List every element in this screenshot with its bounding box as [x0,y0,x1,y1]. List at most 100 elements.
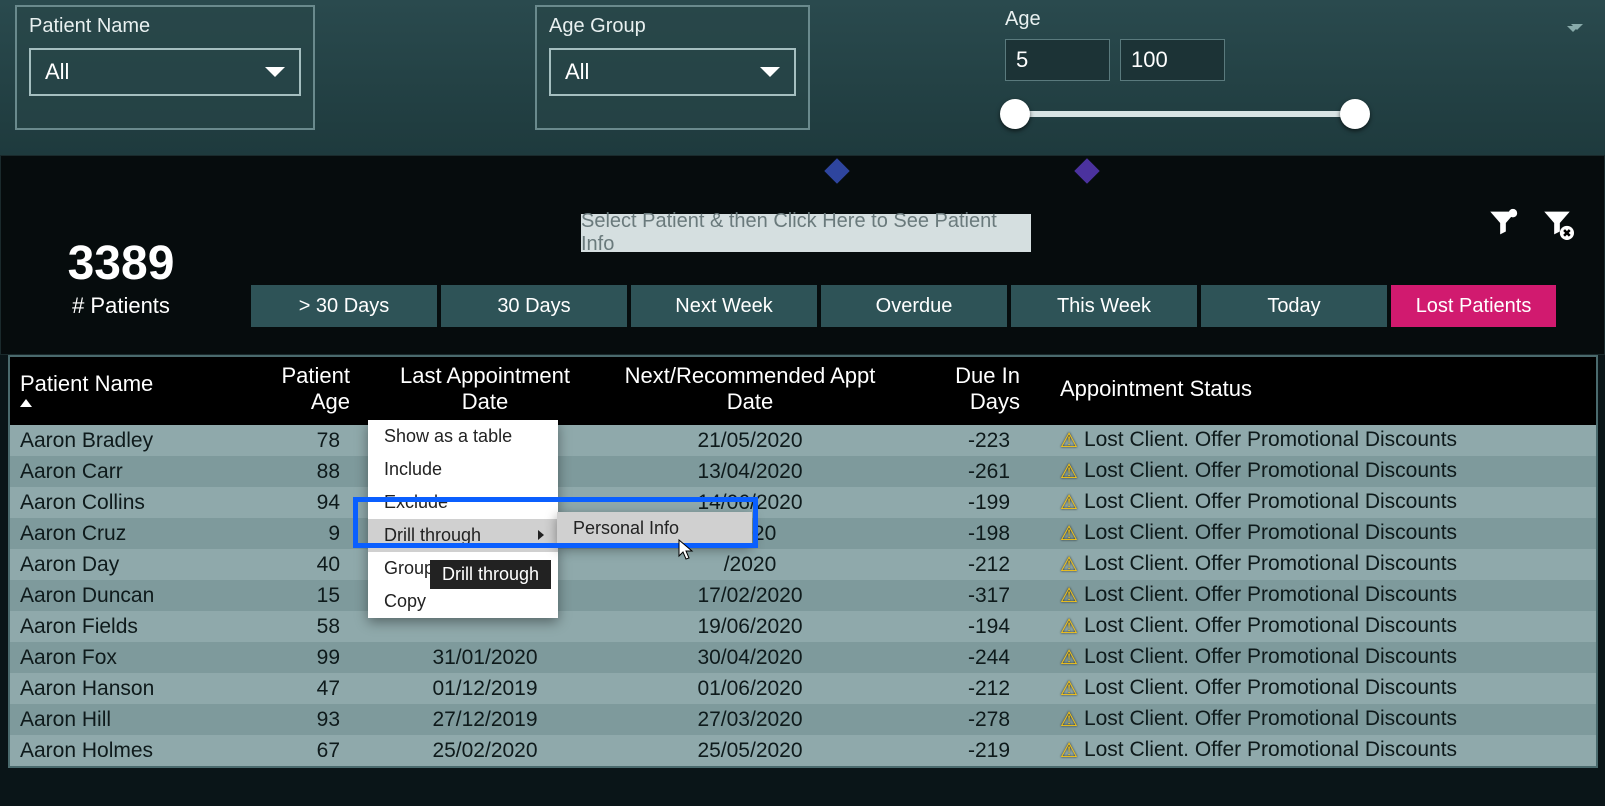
chevron-right-icon [538,530,544,540]
chevron-down-icon [1571,24,1583,30]
patient-name-dropdown[interactable]: All [29,48,301,96]
cell-due: -199 [900,487,1050,518]
cell-next: 27/03/2020 [600,704,900,735]
cell-status: ⚠Lost Client. Offer Promotional Discount… [1050,642,1596,673]
cell-next: 19/06/2020 [600,611,900,642]
col-patient-name[interactable]: Patient Name [10,357,250,425]
cell-next: 13/04/2020 [600,456,900,487]
age-label: Age [1005,8,1365,31]
col-last-appt[interactable]: Last Appointment Date [370,357,600,425]
filter-clear-icon[interactable] [1540,206,1574,245]
cell-due: -194 [900,611,1050,642]
age-group-label: Age Group [549,15,796,38]
table-row[interactable]: Aaron Hill9327/12/201927/03/2020-278⚠Los… [10,704,1596,735]
table-row[interactable]: Aaron Bradley7821/02/202021/05/2020-223⚠… [10,425,1596,456]
patient-name-value: All [45,59,69,85]
table-row[interactable]: Aaron Cruz9/2020-198⚠Lost Client. Offer … [10,518,1596,549]
cell-age: 93 [250,704,370,735]
drill-through-submenu: Personal Info [557,512,752,545]
tab-this-week[interactable]: This Week [1011,285,1197,327]
table-row[interactable]: Aaron Holmes6725/02/202025/05/2020-219⚠L… [10,735,1596,766]
patients-table: Patient Name Patient Age Last Appointmen… [8,355,1598,768]
table-row[interactable]: Aaron Hanson4701/12/201901/06/2020-212⚠L… [10,673,1596,704]
cell-status: ⚠Lost Client. Offer Promotional Discount… [1050,735,1596,766]
tab-lost-patients[interactable]: Lost Patients [1391,285,1556,327]
filter-bar: Patient Name All Age Group All Age 5 100 [0,0,1605,155]
warning-icon: ⚠ [1060,490,1078,515]
cell-name: Aaron Collins [10,487,250,518]
age-group-filter: Age Group All [535,5,810,130]
warning-icon: ⚠ [1060,614,1078,639]
age-min-input[interactable]: 5 [1005,39,1110,81]
cell-age: 9 [250,518,370,549]
col-next-appt[interactable]: Next/Recommended Appt Date [600,357,900,425]
cell-status: ⚠Lost Client. Offer Promotional Discount… [1050,704,1596,735]
cell-last: 27/12/2019 [370,704,600,735]
warning-icon: ⚠ [1060,521,1078,546]
cell-age: 94 [250,487,370,518]
age-group-dropdown[interactable]: All [549,48,796,96]
submenu-personal-info[interactable]: Personal Info [557,512,752,545]
warning-icon: ⚠ [1060,583,1078,608]
cell-name: Aaron Duncan [10,580,250,611]
col-status[interactable]: Appointment Status [1050,357,1596,425]
cell-name: Aaron Hanson [10,673,250,704]
tab-today[interactable]: Today [1201,285,1387,327]
age-slider: Age 5 100 [1005,8,1365,117]
cell-next: 21/05/2020 [600,425,900,456]
cell-status: ⚠Lost Client. Offer Promotional Discount… [1050,673,1596,704]
table-row[interactable]: Aaron Duncan1517/02/2020-317⚠Lost Client… [10,580,1596,611]
cm-copy[interactable]: Copy [368,585,558,618]
table-row[interactable]: Aaron Fox9931/01/202030/04/2020-244⚠Lost… [10,642,1596,673]
cell-due: -212 [900,673,1050,704]
cell-name: Aaron Fox [10,642,250,673]
cell-age: 99 [250,642,370,673]
cell-name: Aaron Day [10,549,250,580]
patient-name-filter: Patient Name All [15,5,315,130]
cell-due: -278 [900,704,1050,735]
cell-due: -198 [900,518,1050,549]
table-row[interactable]: Aaron Fields5819/06/2020-194⚠Lost Client… [10,611,1596,642]
cm-show-as-table[interactable]: Show as a table [368,420,558,453]
cell-last: 01/12/2019 [370,673,600,704]
age-max-input[interactable]: 100 [1120,39,1225,81]
chevron-down-icon [265,67,285,77]
col-due-days[interactable]: Due In Days [900,357,1050,425]
cell-due: -223 [900,425,1050,456]
age-slider-track[interactable] [1005,111,1365,117]
col-patient-age[interactable]: Patient Age [250,357,370,425]
age-slider-thumb-min[interactable] [1000,99,1030,129]
cell-due: -212 [900,549,1050,580]
age-slider-thumb-max[interactable] [1340,99,1370,129]
tab-next-week[interactable]: Next Week [631,285,817,327]
table-row[interactable]: Aaron Collins9414/06/2020-199⚠Lost Clien… [10,487,1596,518]
cell-next: 25/05/2020 [600,735,900,766]
cm-drill-through[interactable]: Drill through [368,519,558,552]
cell-age: 40 [250,549,370,580]
tab-30-plus-days[interactable]: > 30 Days [251,285,437,327]
cell-due: -244 [900,642,1050,673]
cell-due: -219 [900,735,1050,766]
warning-icon: ⚠ [1060,645,1078,670]
cell-next: 30/04/2020 [600,642,900,673]
cell-age: 88 [250,456,370,487]
see-patient-info-button[interactable]: Select Patient & then Click Here to See … [581,214,1031,252]
warning-icon: ⚠ [1060,459,1078,484]
tab-overdue[interactable]: Overdue [821,285,1007,327]
tab-30-days[interactable]: 30 Days [441,285,627,327]
patient-count-kpi: 3389 # Patients [31,236,211,319]
cell-due: -317 [900,580,1050,611]
warning-icon: ⚠ [1060,428,1078,453]
cell-status: ⚠Lost Client. Offer Promotional Discount… [1050,580,1596,611]
patient-name-label: Patient Name [29,15,301,38]
cm-exclude[interactable]: Exclude [368,486,558,519]
cell-name: Aaron Cruz [10,518,250,549]
cell-last: 31/01/2020 [370,642,600,673]
cm-include[interactable]: Include [368,453,558,486]
cell-age: 47 [250,673,370,704]
cell-last: 25/02/2020 [370,735,600,766]
table-row[interactable]: Aaron Day40/2020-212⚠Lost Client. Offer … [10,549,1596,580]
filter-settings-icon[interactable] [1486,206,1520,245]
table-row[interactable]: Aaron Carr8813/04/2020-261⚠Lost Client. … [10,456,1596,487]
warning-icon: ⚠ [1060,707,1078,732]
